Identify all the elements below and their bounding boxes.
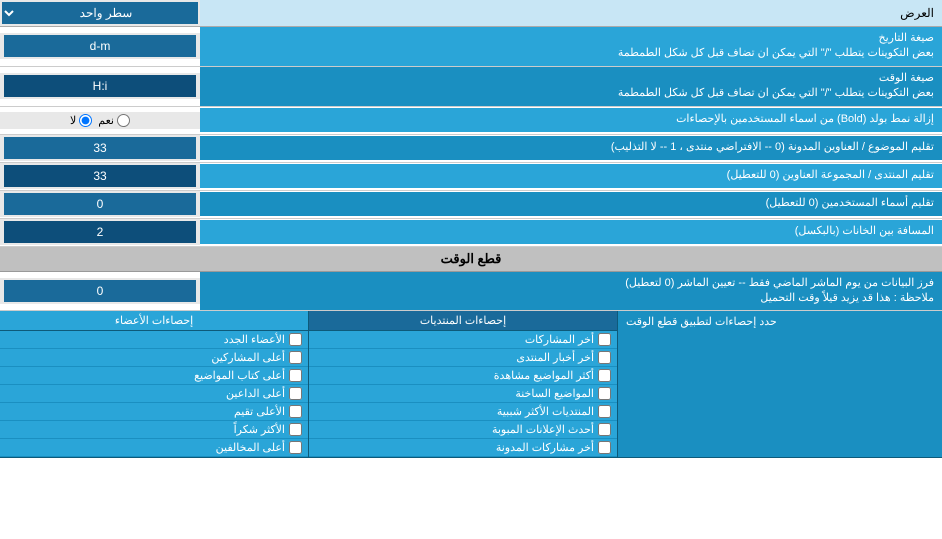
forum-stats-item: المواضيع الساخنة [309, 385, 617, 403]
stats-section-label: حدد إحصاءات لتطبيق قطع الوقت [617, 311, 942, 457]
member-stats-item: الأعضاء الجدد [0, 331, 308, 349]
forum-stats-checkbox-3[interactable] [598, 387, 611, 400]
messages-gap-label: المسافة بين الخانات (بالبكسل) [200, 220, 942, 243]
stats-section: حدد إحصاءات لتطبيق قطع الوقت إحصاءات الم… [0, 311, 942, 458]
display-dropdown-wrapper: سطر واحدسطرينثلاثة أسطر [0, 0, 200, 26]
member-stats-checkbox-1[interactable] [289, 351, 302, 364]
topic-titles-input[interactable] [4, 137, 196, 159]
forum-titles-row: تقليم المنتدى / المجموعة العناوين (0 للت… [0, 163, 942, 191]
member-stats-checkbox-0[interactable] [289, 333, 302, 346]
user-names-input-wrapper [0, 191, 200, 217]
messages-gap-input-wrapper [0, 219, 200, 245]
forum-titles-input-wrapper [0, 163, 200, 189]
member-stats-item: أعلى الداعين [0, 385, 308, 403]
forum-stats-item: أخر المشاركات [309, 331, 617, 349]
topic-titles-label: تقليم الموضوع / العناوين المدونة (0 -- ا… [200, 136, 942, 159]
time-format-input-wrapper [0, 73, 200, 99]
member-stats-item: الأعلى تقيم [0, 403, 308, 421]
member-stats-item: الأكثر شكراً [0, 421, 308, 439]
forum-stats-checkbox-2[interactable] [598, 369, 611, 382]
forum-stats-item: أحدث الإعلانات المبوبة [309, 421, 617, 439]
messages-gap-input[interactable] [4, 221, 196, 243]
forum-stats-item: المنتديات الأكثر شببية [309, 403, 617, 421]
bold-remove-label: إزالة نمط بولد (Bold) من اسماء المستخدمي… [200, 108, 942, 131]
cutoff-row: فرز البيانات من يوم الماشر الماضي فقط --… [0, 272, 942, 312]
cutoff-section-header: قطع الوقت [0, 247, 942, 272]
forum-stats-checkbox-6[interactable] [598, 441, 611, 454]
forum-stats-item: أخر أخبار المنتدى [309, 349, 617, 367]
cutoff-input-wrapper [0, 278, 200, 304]
user-names-label: تقليم أسماء المستخدمين (0 للتعطيل) [200, 192, 942, 215]
member-stats-checkbox-6[interactable] [289, 441, 302, 454]
member-stats-checkbox-2[interactable] [289, 369, 302, 382]
member-stats-checkbox-3[interactable] [289, 387, 302, 400]
cutoff-input[interactable] [4, 280, 196, 302]
display-dropdown[interactable]: سطر واحدسطرينثلاثة أسطر [2, 2, 198, 24]
time-format-row: صيغة الوقت بعض التكوينات يتطلب "/" التي … [0, 67, 942, 107]
bold-remove-row: إزالة نمط بولد (Bold) من اسماء المستخدمي… [0, 107, 942, 135]
messages-gap-row: المسافة بين الخانات (بالبكسل) [0, 219, 942, 247]
forum-stats-checkbox-5[interactable] [598, 423, 611, 436]
forum-stats-checkbox-1[interactable] [598, 351, 611, 364]
member-stats-item: أعلى المخالفين [0, 439, 308, 457]
forum-stats-checkbox-0[interactable] [598, 333, 611, 346]
member-stats-checkbox-5[interactable] [289, 423, 302, 436]
forum-stats-header: إحصاءات المنتديات [309, 311, 617, 331]
cutoff-label: فرز البيانات من يوم الماشر الماضي فقط --… [200, 272, 942, 311]
member-stats-checkbox-4[interactable] [289, 405, 302, 418]
forum-stats-item: أخر مشاركات المدونة [309, 439, 617, 457]
bold-no-radio[interactable] [79, 114, 92, 127]
member-stats-item: أعلى كتاب المواضيع [0, 367, 308, 385]
forum-stats-item: أكثر المواضيع مشاهدة [309, 367, 617, 385]
forum-titles-label: تقليم المنتدى / المجموعة العناوين (0 للت… [200, 164, 942, 187]
date-format-label: صيغة التاريخ بعض التكوينات يتطلب "/" الت… [200, 27, 942, 66]
member-stats-item: أعلى المشاركين [0, 349, 308, 367]
date-format-input[interactable] [4, 35, 196, 57]
user-names-input[interactable] [4, 193, 196, 215]
forum-stats-col: إحصاءات المنتديات أخر المشاركاتأخر أخبار… [308, 311, 617, 457]
bold-yes-label: نعم [98, 114, 114, 127]
member-stats-col: إحصاءات الأعضاء الأعضاء الجددأعلى المشار… [0, 311, 308, 457]
time-format-input[interactable] [4, 75, 196, 97]
time-format-label: صيغة الوقت بعض التكوينات يتطلب "/" التي … [200, 67, 942, 106]
date-format-row: صيغة التاريخ بعض التكوينات يتطلب "/" الت… [0, 27, 942, 67]
member-stats-header: إحصاءات الأعضاء [0, 311, 308, 331]
header-label: العرض [200, 2, 942, 24]
forum-stats-items: أخر المشاركاتأخر أخبار المنتدىأكثر الموا… [309, 331, 617, 457]
user-names-row: تقليم أسماء المستخدمين (0 للتعطيل) [0, 191, 942, 219]
bold-remove-radio-wrapper: نعم لا [0, 112, 200, 129]
forum-titles-input[interactable] [4, 165, 196, 187]
topic-titles-row: تقليم الموضوع / العناوين المدونة (0 -- ا… [0, 135, 942, 163]
forum-stats-checkbox-4[interactable] [598, 405, 611, 418]
member-stats-items: الأعضاء الجددأعلى المشاركينأعلى كتاب الم… [0, 331, 308, 457]
date-format-input-wrapper [0, 33, 200, 59]
bold-yes-radio[interactable] [117, 114, 130, 127]
bold-no-label: لا [70, 114, 76, 127]
topic-titles-input-wrapper [0, 135, 200, 161]
